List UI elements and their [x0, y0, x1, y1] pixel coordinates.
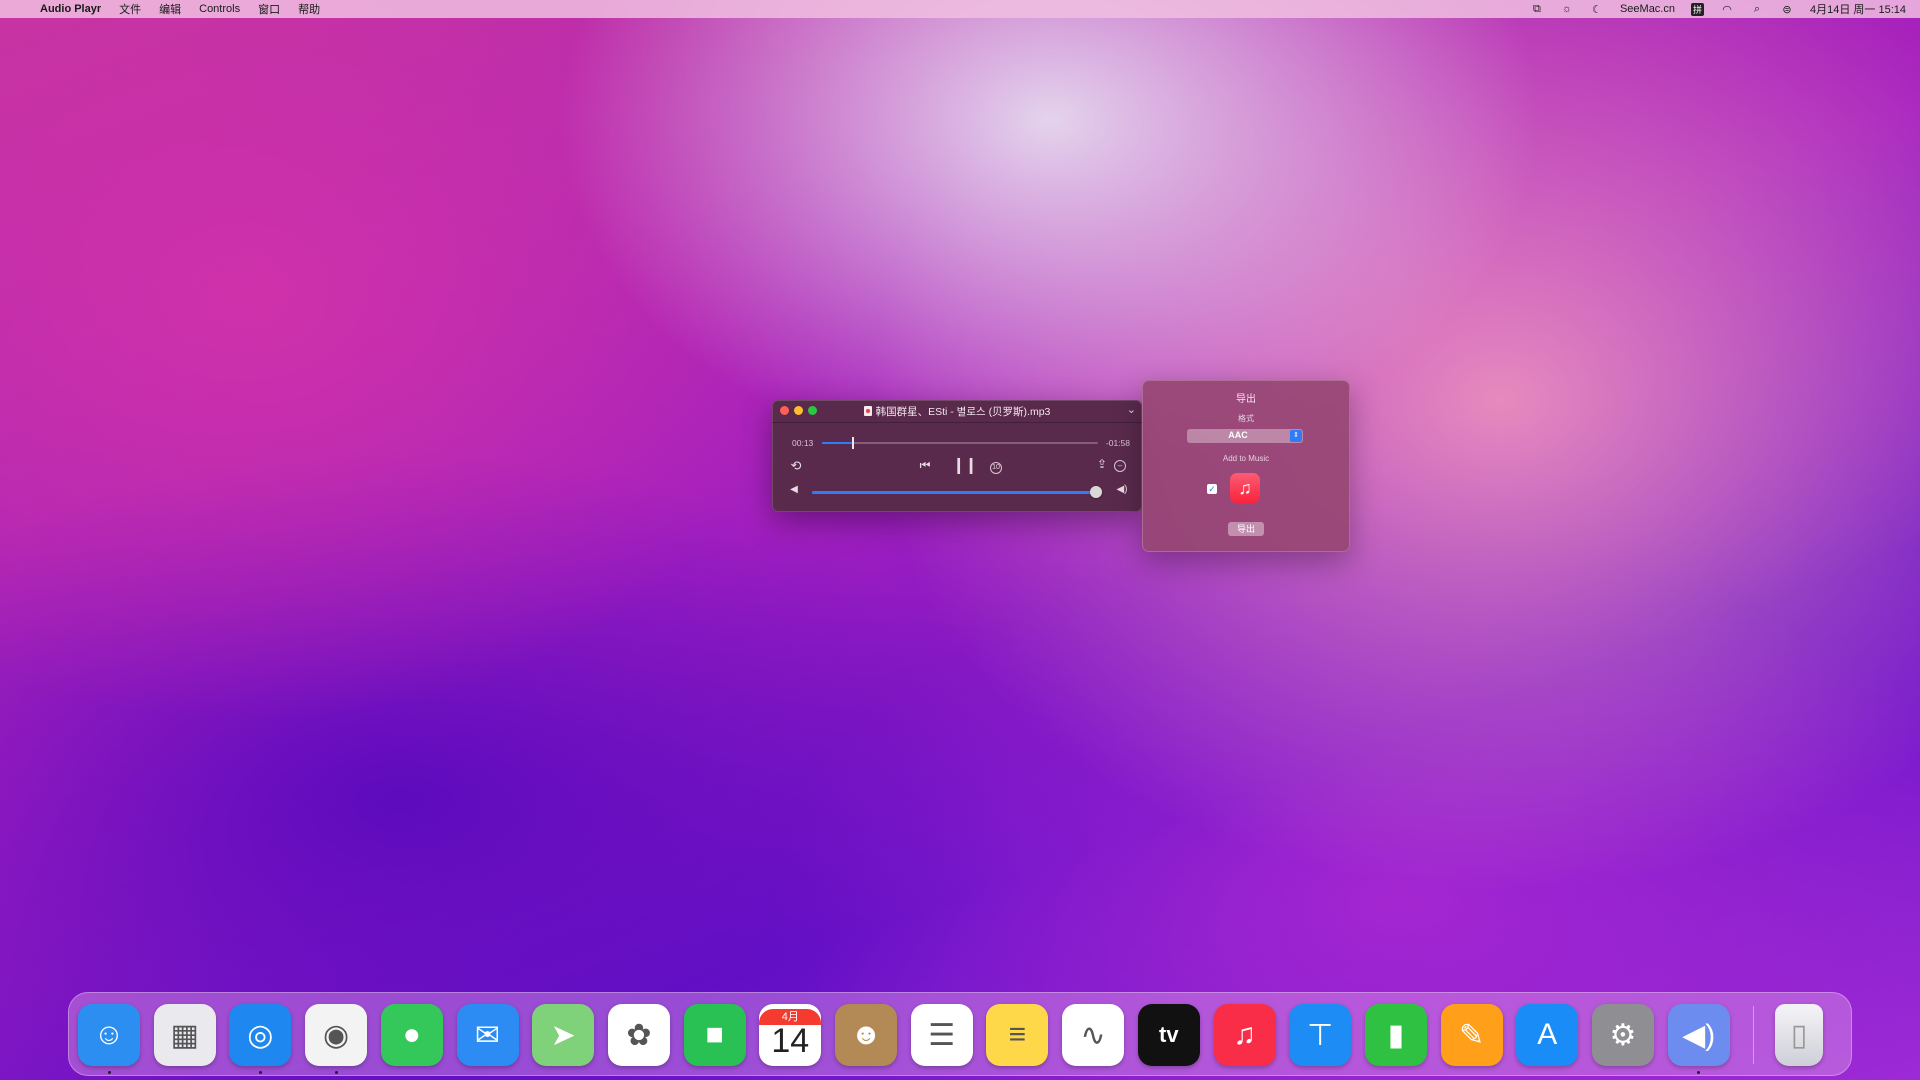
export-title: 导出	[1236, 394, 1256, 405]
menu-bar: Audio Playr 文件 编辑 Controls 窗口 帮助 ⧉ ☼ ☾ S…	[0, 0, 1920, 18]
volume-low-icon[interactable]: ◀	[786, 484, 802, 495]
calendar-icon[interactable]: 4月 14	[759, 1004, 822, 1066]
format-label: 格式	[1238, 414, 1254, 423]
chevron-down-icon[interactable]: ⌄	[1127, 403, 1136, 416]
screen-record-icon[interactable]: ⧉	[1530, 3, 1544, 16]
progress-slider[interactable]	[822, 437, 1098, 449]
add-to-music-checkbox[interactable]: ✓	[1207, 484, 1217, 494]
format-select[interactable]: AAC ⇕	[1187, 429, 1303, 443]
volume-high-icon[interactable]: ◀)	[1114, 484, 1130, 495]
menu-controls[interactable]: Controls	[199, 3, 240, 15]
input-method-icon[interactable]: 拼	[1690, 2, 1704, 16]
dock: ☺ ▦ ◎ ◉ ● ✉ ➤ ✿ ■ 4月 14 ☻ ☰ ≡ ∿ tv ♫ ⊤ ▮ ✎ A ⚙ ◀) ▯	[68, 992, 1852, 1076]
format-value: AAC	[1228, 430, 1248, 440]
numbers-icon[interactable]: ▮	[1364, 1004, 1427, 1066]
running-indicator	[1697, 1071, 1701, 1074]
calendar-day-label: 14	[771, 1022, 810, 1060]
audio-file-icon	[863, 406, 872, 416]
track-title: 韩国群星、ESti - 별로스 (贝罗斯).mp3	[875, 406, 1051, 418]
audio-player-window: 韩国群星、ESti - 별로스 (贝罗斯).mp3 ⌄ 00:13 -01:58…	[772, 400, 1142, 512]
finder-icon[interactable]: ☺	[78, 1004, 140, 1066]
previous-track-icon[interactable]: ⏮	[916, 458, 934, 473]
messages-icon[interactable]: ●	[380, 1004, 443, 1066]
speaker-icon[interactable]: ◀)	[1667, 1004, 1730, 1066]
running-indicator	[258, 1071, 262, 1074]
tv-icon[interactable]: tv	[1137, 1004, 1200, 1066]
menubar-clock[interactable]: 4月14日 周一 15:14	[1810, 1, 1906, 17]
running-indicator	[107, 1071, 111, 1074]
control-center-icon[interactable]: ⊜	[1780, 3, 1794, 16]
window-title: 韩国群星、ESti - 별로스 (贝罗斯).mp3	[772, 404, 1142, 419]
menu-app-name[interactable]: Audio Playr	[40, 3, 101, 15]
music-app-icon: ♫	[1230, 473, 1260, 503]
launchpad-icon[interactable]: ▦	[153, 1004, 216, 1066]
dock-separator	[1753, 1006, 1754, 1064]
pages-icon[interactable]: ✎	[1440, 1004, 1503, 1066]
photos-icon[interactable]: ✿	[607, 1004, 670, 1066]
menu-help[interactable]: 帮助	[298, 1, 320, 17]
focus-moon-icon[interactable]: ☾	[1590, 3, 1604, 16]
maps-icon[interactable]: ➤	[532, 1004, 595, 1066]
elapsed-time: 00:13	[792, 438, 814, 448]
skip-forward-label: 10	[990, 462, 1002, 474]
freeform-icon[interactable]: ∿	[1062, 1004, 1125, 1066]
window-titlebar[interactable]: 韩国群星、ESti - 별로스 (贝罗斯).mp3 ⌄	[772, 400, 1142, 423]
skip-forward-icon[interactable]: 10	[986, 458, 1006, 474]
app-store-icon[interactable]: A	[1516, 1004, 1579, 1066]
volume-knob[interactable]	[1090, 486, 1102, 498]
menu-file[interactable]: 文件	[119, 1, 141, 17]
mail-icon[interactable]: ✉	[456, 1004, 519, 1066]
contacts-icon[interactable]: ☻	[835, 1004, 897, 1066]
progress-fill	[822, 442, 853, 444]
facetime-icon[interactable]: ■	[683, 1004, 746, 1066]
export-button[interactable]: 导出	[1228, 522, 1264, 536]
pause-icon[interactable]: ❙❙	[952, 455, 978, 475]
seemac-status[interactable]: SeeMac.cn	[1620, 3, 1675, 15]
running-indicator	[334, 1071, 338, 1074]
safari-icon[interactable]: ◎	[229, 1004, 292, 1066]
chrome-icon[interactable]: ◉	[305, 1004, 368, 1066]
remaining-time: -01:58	[1105, 438, 1130, 448]
progress-playhead[interactable]	[852, 437, 855, 449]
more-options-icon[interactable]: –	[1112, 457, 1128, 472]
wifi-icon[interactable]: ◠	[1720, 3, 1734, 16]
notes-icon[interactable]: ≡	[986, 1004, 1049, 1066]
select-arrows-icon[interactable]: ⇕	[1290, 430, 1302, 442]
spotlight-search-icon[interactable]: ⌕	[1750, 3, 1764, 16]
settings-icon[interactable]: ⚙	[1592, 1004, 1654, 1066]
brightness-icon[interactable]: ☼	[1560, 3, 1574, 15]
add-to-music-label: Add to Music	[1222, 454, 1270, 463]
volume-fill	[812, 491, 1102, 494]
reminders-icon[interactable]: ☰	[910, 1004, 973, 1066]
share-icon[interactable]: ⇪	[1094, 457, 1110, 471]
keynote-icon[interactable]: ⊤	[1289, 1004, 1352, 1066]
export-popover: 导出 格式 AAC ⇕ Add to Music ✓ ♫ 导出	[1142, 380, 1350, 552]
repeat-icon[interactable]: ⟲	[786, 458, 806, 474]
trash-icon[interactable]: ▯	[1775, 1004, 1823, 1066]
volume-slider[interactable]	[812, 486, 1102, 498]
menu-window[interactable]: 窗口	[258, 1, 280, 17]
menu-edit[interactable]: 编辑	[159, 1, 181, 17]
music-icon[interactable]: ♫	[1213, 1004, 1276, 1066]
